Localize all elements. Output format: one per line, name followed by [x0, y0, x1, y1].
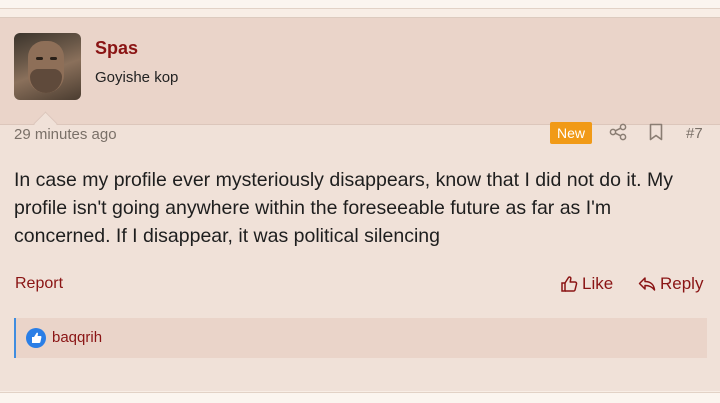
reply-button[interactable]: Reply [638, 274, 703, 294]
like-label: Like [582, 274, 614, 293]
reply-label: Reply [660, 274, 704, 293]
avatar-eye [50, 57, 57, 60]
user-info: Spas Goyishe kop [0, 18, 720, 125]
thumbs-up-icon [26, 328, 46, 348]
reply-arrow-icon [638, 277, 656, 291]
avatar[interactable] [14, 33, 81, 100]
post-number-link[interactable]: #7 [686, 125, 703, 142]
username-link[interactable]: Spas [95, 38, 138, 59]
share-icon[interactable] [609, 123, 627, 141]
bookmark-icon[interactable] [649, 123, 663, 141]
next-post-edge [0, 392, 720, 403]
post-date[interactable]: 29 minutes ago [14, 126, 117, 143]
thumbs-up-icon [561, 276, 578, 292]
post-message: In case my profile ever mysteriously dis… [14, 169, 673, 247]
user-title: Goyishe kop [95, 69, 179, 86]
reactions-bar[interactable]: baqqrih [14, 318, 707, 358]
avatar-eye [36, 57, 43, 60]
like-button[interactable]: Like [560, 274, 613, 294]
report-link[interactable]: Report [15, 275, 63, 293]
reaction-user-link[interactable]: baqqrih [52, 329, 102, 346]
previous-post-edge [0, 0, 720, 9]
new-badge: New [550, 122, 592, 144]
